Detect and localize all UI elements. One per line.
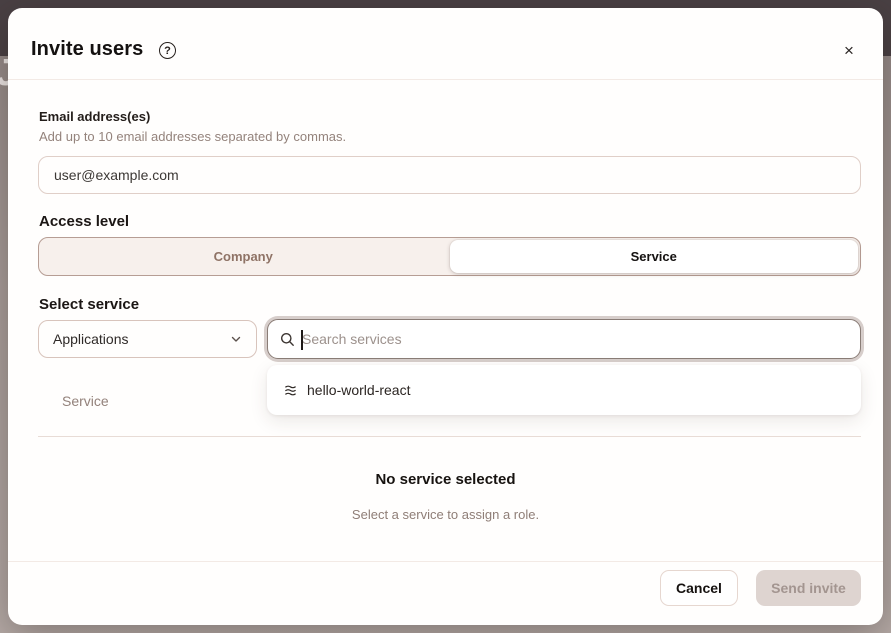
access-level-segmented-control: Company Service (38, 237, 861, 276)
segment-service[interactable]: Service (450, 240, 859, 273)
search-icon (280, 332, 295, 347)
service-type-select[interactable]: Applications (38, 320, 257, 358)
empty-state-subtitle: Select a service to assign a role. (30, 507, 861, 522)
email-field[interactable] (38, 156, 861, 194)
help-icon[interactable]: ? (159, 42, 176, 59)
service-search-box (267, 319, 861, 359)
segment-company[interactable]: Company (39, 238, 448, 275)
email-label: Email address(es) (39, 109, 150, 124)
email-help-text: Add up to 10 email addresses separated b… (39, 129, 346, 144)
text-caret (301, 330, 303, 350)
invite-users-modal: Invite users ? × Email address(es) Add u… (8, 8, 883, 625)
service-type-select-value: Applications (53, 331, 129, 347)
empty-state-title: No service selected (30, 471, 861, 488)
modal-title: Invite users (31, 38, 143, 61)
search-results-panel: hello-world-react (267, 365, 861, 415)
modal-header: Invite users ? × (8, 8, 883, 79)
service-result-item[interactable]: hello-world-react (283, 382, 410, 398)
modal-footer: Cancel Send invite (8, 562, 861, 614)
screen: J Invite users ? × Email address(es) Add… (0, 0, 891, 633)
select-service-label: Select service (39, 296, 139, 313)
table-divider (38, 436, 861, 437)
service-result-label: hello-world-react (307, 382, 410, 398)
chevron-down-icon (230, 333, 242, 345)
close-icon[interactable]: × (839, 41, 859, 61)
send-invite-button[interactable]: Send invite (756, 570, 861, 606)
modal-body: Email address(es) Add up to 10 email add… (30, 80, 861, 553)
service-column-header: Service (62, 393, 109, 409)
access-level-label: Access level (39, 213, 129, 230)
cancel-button[interactable]: Cancel (660, 570, 738, 606)
service-stack-icon (283, 383, 298, 398)
search-input[interactable] (302, 331, 848, 347)
